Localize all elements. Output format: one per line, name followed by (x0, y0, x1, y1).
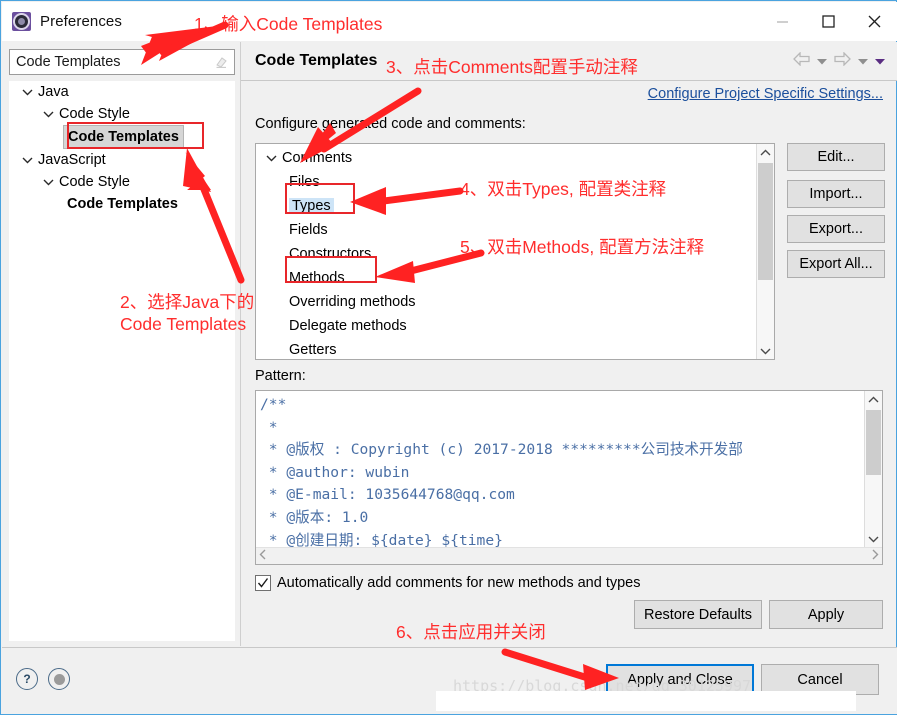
preferences-gear-icon (12, 12, 31, 31)
list-item-label: Overriding methods (289, 294, 416, 310)
highlight-box-java-code-templates (67, 122, 204, 149)
chevron-down-icon[interactable] (265, 152, 278, 165)
tree-item-label: Java (38, 84, 69, 100)
back-arrow-icon[interactable] (793, 51, 810, 70)
list-item-comments[interactable]: Comments (256, 146, 756, 170)
pattern-vertical-scrollbar[interactable] (864, 391, 882, 547)
export-button[interactable]: Export... (787, 215, 885, 243)
forward-arrow-icon[interactable] (834, 51, 851, 70)
auto-comments-label: Automatically add comments for new metho… (277, 575, 641, 591)
pattern-body[interactable]: /** * * @版权 : Copyright (c) 2017-2018 **… (256, 391, 882, 547)
list-item-overriding-methods[interactable]: Overriding methods (256, 290, 756, 314)
pattern-scroll-thumb[interactable] (866, 410, 881, 475)
annotation-step5: 5、双击Methods, 配置方法注释 (460, 237, 705, 257)
pattern-label: Pattern: (255, 368, 306, 384)
title-bar: Preferences (2, 2, 897, 41)
annotation-step4: 4、双击Types, 配置类注释 (460, 179, 667, 199)
highlight-box-methods (285, 256, 377, 283)
scroll-right-icon[interactable] (871, 548, 879, 564)
scroll-down-icon[interactable] (868, 530, 879, 547)
auto-comments-checkbox[interactable] (255, 575, 271, 591)
tree-item-javascript[interactable]: JavaScript (9, 149, 235, 171)
window-title: Preferences (40, 13, 122, 30)
minimize-icon[interactable] (759, 2, 805, 41)
filled-circle-icon[interactable] (48, 668, 70, 690)
eraser-icon[interactable] (214, 55, 228, 69)
annotation-step1: 1、输入Code Templates (194, 14, 383, 34)
export-all-button[interactable]: Export All... (787, 250, 885, 278)
view-menu-icon[interactable] (875, 53, 885, 69)
annotation-step2-line1: 2、选择Java下的 (120, 292, 255, 312)
tree-item-java[interactable]: Java (9, 81, 235, 103)
list-item-label: Fields (289, 222, 328, 238)
filter-input[interactable]: Code Templates (9, 49, 235, 75)
list-item-label: Comments (282, 150, 353, 166)
scroll-down-icon[interactable] (760, 342, 771, 359)
highlight-box-types (285, 183, 355, 214)
restore-defaults-button[interactable]: Restore Defaults (634, 600, 762, 629)
import-button[interactable]: Import... (787, 180, 885, 208)
list-item-delegate-methods[interactable]: Delegate methods (256, 314, 756, 338)
scroll-up-icon[interactable] (760, 144, 771, 161)
maximize-icon[interactable] (805, 2, 851, 41)
watermark-occluder (436, 691, 856, 711)
window-controls (759, 2, 897, 41)
configure-label: Configure generated code and comments: (255, 116, 526, 132)
page-title: Code Templates (255, 52, 378, 69)
tree-item-label: Code Style (59, 106, 130, 122)
annotation-step3: 3、点击Comments配置手动注释 (386, 57, 638, 77)
preferences-dialog: Preferences Code Templates Java Code Sty… (0, 0, 897, 715)
auto-comments-row[interactable]: Automatically add comments for new metho… (255, 575, 640, 591)
pattern-code[interactable]: /** * * @版权 : Copyright (c) 2017-2018 **… (256, 391, 864, 547)
pattern-scroll-track[interactable] (865, 408, 882, 530)
tree-item-label: Code Templates (67, 196, 178, 212)
apply-button[interactable]: Apply (769, 600, 883, 629)
forward-dropdown-icon[interactable] (858, 53, 868, 69)
chevron-down-icon[interactable] (21, 86, 34, 99)
scroll-left-icon[interactable] (259, 548, 267, 564)
chevron-down-icon[interactable] (21, 154, 34, 167)
panel-nav-icons (793, 51, 885, 70)
back-dropdown-icon[interactable] (817, 53, 827, 69)
list-item-label: Delegate methods (289, 318, 407, 334)
tree-item-javascript-code-templates[interactable]: Code Templates (9, 193, 235, 215)
preferences-tree[interactable]: Java Code Style Code Templates JavaScrip… (9, 81, 235, 641)
pattern-horizontal-scrollbar[interactable] (256, 547, 882, 564)
help-question-icon[interactable]: ? (16, 668, 38, 690)
close-icon[interactable] (851, 2, 897, 41)
footer-icons: ? (16, 668, 70, 690)
tree-item-label: JavaScript (38, 152, 106, 168)
right-panel: Code Templates Configure Project Specifi… (240, 42, 897, 646)
annotation-step2-line2: Code Templates (120, 314, 247, 334)
list-item-label: Getters (289, 342, 337, 358)
chevron-down-icon[interactable] (42, 108, 55, 121)
annotation-step6: 6、点击应用并关闭 (396, 622, 546, 642)
tree-item-label: Code Style (59, 174, 130, 190)
project-settings-link-row: Configure Project Specific Settings... (241, 86, 897, 102)
list-scroll-track[interactable] (757, 161, 774, 342)
list-item-getters[interactable]: Getters (256, 338, 756, 359)
list-scroll-thumb[interactable] (758, 163, 773, 280)
edit-button[interactable]: Edit... (787, 143, 885, 171)
filter-input-value[interactable]: Code Templates (10, 54, 214, 70)
tree-item-javascript-code-style[interactable]: Code Style (9, 171, 235, 193)
chevron-down-icon[interactable] (42, 176, 55, 189)
template-action-buttons: Edit... Import... Export... Export All..… (787, 143, 885, 285)
list-vertical-scrollbar[interactable] (756, 144, 774, 359)
configure-project-specific-settings-link[interactable]: Configure Project Specific Settings... (648, 86, 883, 102)
pattern-editor[interactable]: /** * * @版权 : Copyright (c) 2017-2018 **… (255, 390, 883, 565)
scroll-up-icon[interactable] (868, 391, 879, 408)
